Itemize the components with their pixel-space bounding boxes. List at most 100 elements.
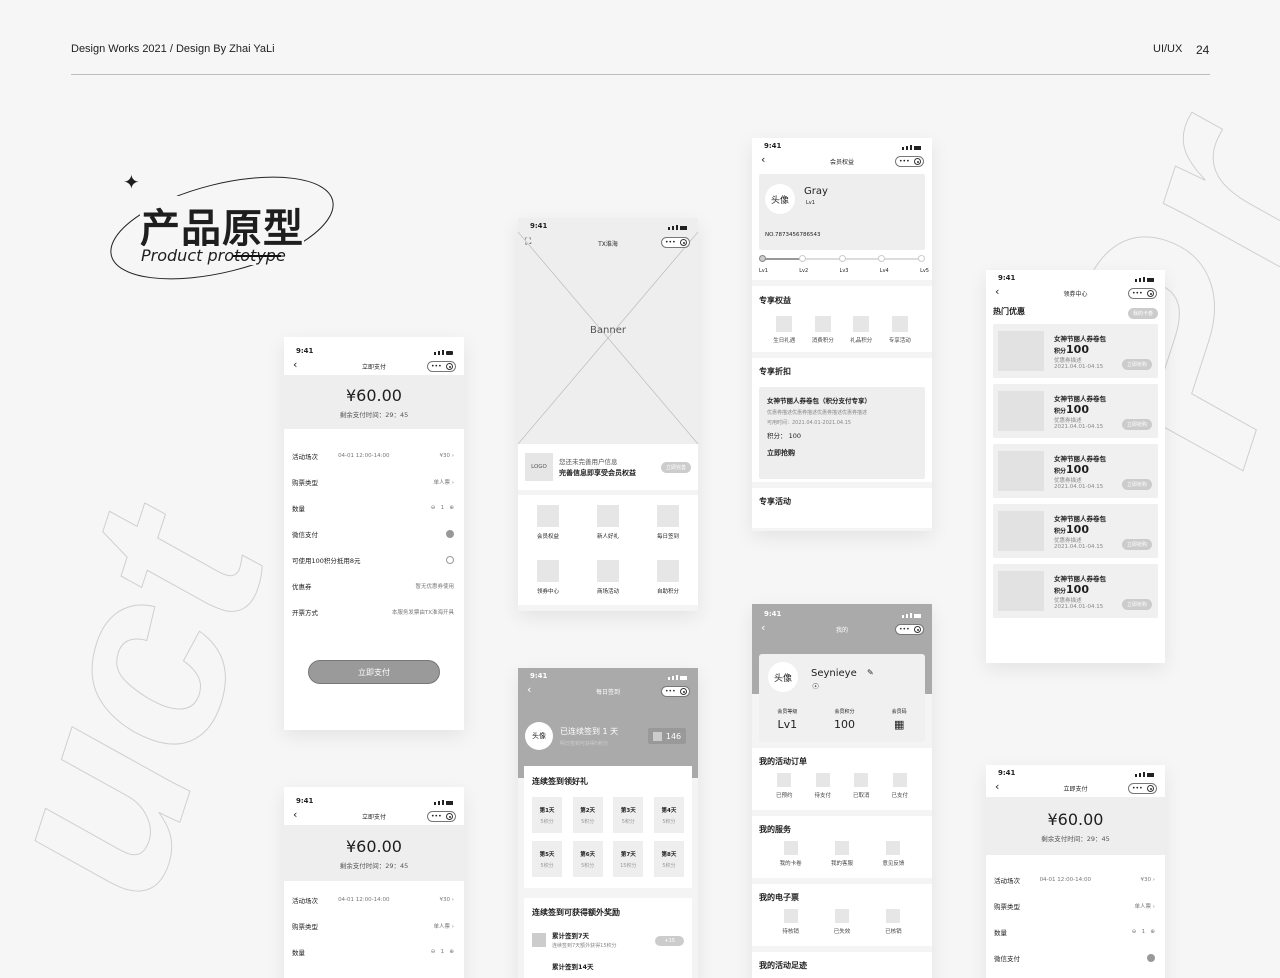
- level-progress: Lv1 Lv2 Lv3 Lv4 Lv5: [759, 250, 929, 280]
- row-session[interactable]: 活动场次 04-01 12:00-14:00 ¥30 ›: [284, 887, 464, 913]
- nav-bar: ‹ 我的 •••: [752, 620, 932, 638]
- capsule-menu-icon[interactable]: •••: [1128, 288, 1157, 299]
- order-item[interactable]: 已预约: [776, 773, 793, 799]
- capsule-menu-icon[interactable]: •••: [1128, 783, 1157, 794]
- radio-checked-icon[interactable]: [446, 530, 454, 538]
- capsule-menu-icon[interactable]: •••: [895, 156, 924, 167]
- back-icon[interactable]: ‹: [527, 684, 531, 696]
- order-item[interactable]: 已支付: [891, 773, 908, 799]
- right-item[interactable]: 礼品积分: [850, 316, 872, 344]
- order-item[interactable]: 已取消: [853, 773, 870, 799]
- capsule-menu-icon[interactable]: •••: [427, 361, 456, 372]
- back-icon[interactable]: ‹: [293, 809, 297, 821]
- status-bar: 9:41: [752, 138, 932, 152]
- quantity-stepper[interactable]: ⊖ 1 ⊕: [431, 505, 454, 511]
- right-item[interactable]: 生日礼遇: [773, 316, 795, 344]
- row-wechat-pay[interactable]: 微信支付: [986, 945, 1165, 971]
- row-ticket-type[interactable]: 购票类型 单人票 ›: [284, 913, 464, 939]
- service-item[interactable]: 意见反馈: [882, 841, 904, 867]
- service-item[interactable]: 我的客服: [831, 841, 853, 867]
- pay-screen-right: 9:41 ‹ 立即支付 ••• ¥60.00 剩余支付时间：29：45 活动场次 04…: [986, 765, 1165, 978]
- status-bar: 9:41: [518, 218, 698, 232]
- banner[interactable]: ⛶ TX淮海 ••• Banner: [518, 232, 698, 444]
- buy-button[interactable]: 立即抢购: [1121, 419, 1152, 430]
- back-icon[interactable]: ‹: [761, 622, 765, 634]
- grid-item[interactable]: 会员权益: [518, 505, 578, 550]
- ticket-item[interactable]: 已核销: [885, 909, 902, 935]
- buy-button[interactable]: 立即抢购: [1121, 599, 1152, 610]
- row-label: 微信支付: [292, 531, 318, 539]
- back-icon[interactable]: ‹: [293, 359, 297, 371]
- quantity-stepper[interactable]: ⊖ 1 ⊕: [431, 949, 454, 955]
- status-time: 9:41: [764, 142, 782, 150]
- capsule-menu-icon[interactable]: •••: [661, 686, 690, 697]
- coupon-item[interactable]: 女神节丽人券卷包 积分100 优惠券描述 2021.04.01-04.15 立即抢购: [993, 384, 1158, 438]
- section-title: 连续签到可获得额外奖励: [532, 908, 620, 917]
- buy-button[interactable]: 立即抢购: [1121, 479, 1152, 490]
- row-wechat-pay[interactable]: 微信支付: [284, 521, 464, 547]
- my-coupons-button[interactable]: 我的卡卷: [1127, 308, 1158, 319]
- row-invoice[interactable]: 开票方式 本服务发票由TX淮海开具: [284, 599, 464, 625]
- order-item[interactable]: 待支付: [814, 773, 831, 799]
- row-label: 优惠券: [292, 583, 312, 591]
- coupon-item[interactable]: 女神节丽人券卷包 积分100 优惠券描述 2021.04.01-04.15 立即抢购: [993, 444, 1158, 498]
- row-quantity: 数量 ⊖ 1 ⊕: [986, 919, 1165, 945]
- reward-badge: +15: [655, 936, 684, 946]
- grid-item[interactable]: 领券中心: [518, 560, 578, 605]
- buy-button[interactable]: 立即抢购: [1121, 359, 1152, 370]
- section-title: 我的电子票: [759, 893, 799, 902]
- radio-checked-icon[interactable]: [1147, 954, 1155, 962]
- row-session[interactable]: 活动场次 04-01 12:00-14:00 ¥30 ›: [986, 867, 1165, 893]
- coupon-item[interactable]: 女神节丽人券卷包 积分100 优惠券描述 2021.04.01-04.15 立即抢购: [993, 324, 1158, 378]
- radio-icon[interactable]: [446, 556, 454, 564]
- back-icon[interactable]: ‹: [995, 286, 999, 298]
- row-ticket-type[interactable]: 购票类型 单人票 ›: [284, 469, 464, 495]
- discount-card[interactable]: 女神节丽人券卷包（积分支付专享） 优惠券描述优惠券描述优惠券描述优惠券描述 可用…: [759, 387, 925, 479]
- back-icon[interactable]: ‹: [761, 154, 765, 166]
- grid-item[interactable]: 商场活动: [578, 560, 638, 605]
- pay-screen-copy: 9:41 ‹ 立即支付 ••• ¥60.00 剩余支付时间：29：45 活动场次 04…: [284, 787, 464, 978]
- reward-item-next: 累计签到14天: [552, 963, 594, 971]
- ticket-item[interactable]: 待核销: [782, 909, 799, 935]
- status-time: 9:41: [530, 222, 548, 230]
- nav-bar: ‹ 立即支付 •••: [284, 357, 464, 375]
- header-credit: Design Works 2021 / Design By Zhai YaLi: [71, 43, 275, 55]
- service-item[interactable]: 我的卡卷: [780, 841, 802, 867]
- signal-battery-icon: [434, 350, 453, 355]
- row-coupon[interactable]: 优惠券 暂无优惠券使用: [284, 573, 464, 599]
- grid-item[interactable]: 自助积分: [638, 560, 698, 605]
- capsule-menu-icon[interactable]: •••: [661, 237, 690, 248]
- complete-info-button[interactable]: 立即完善: [660, 462, 691, 473]
- edit-icon[interactable]: ✎: [867, 668, 874, 677]
- row-points[interactable]: 可使用100积分抵用8元: [284, 547, 464, 573]
- vip-screen: 9:41 ‹ 会员权益 ••• 头像 Gray Lv1 NO.78734567865…: [752, 138, 932, 531]
- grid-item[interactable]: 新人好礼: [578, 505, 638, 550]
- right-item[interactable]: 消费积分: [812, 316, 834, 344]
- coupon-center-screen: 9:41 ‹ 领券中心 ••• 热门优惠 我的卡卷 女神节丽人券卷包 积分100 优惠券…: [986, 270, 1165, 663]
- right-item[interactable]: 专享活动: [889, 316, 911, 344]
- row-label: 数量: [292, 949, 305, 957]
- coupon-item[interactable]: 女神节丽人券卷包 积分100 优惠券描述 2021.04.01-04.15 立即抢购: [993, 564, 1158, 618]
- row-session[interactable]: 活动场次 04-01 12:00-14:00 ¥30 ›: [284, 443, 464, 469]
- capsule-menu-icon[interactable]: •••: [895, 624, 924, 635]
- capsule-menu-icon[interactable]: •••: [427, 811, 456, 822]
- member-number: NO.7873456786543: [765, 232, 821, 238]
- grid-item[interactable]: 每日签到: [638, 505, 698, 550]
- row-ticket-type[interactable]: 购票类型 单人票 ›: [986, 893, 1165, 919]
- title-block: ✦ 产品原型 Product prototype: [105, 168, 340, 288]
- stat-member-code[interactable]: 会员码 ▦: [892, 708, 907, 731]
- row-value: 本服务发票由TX淮海开具: [391, 610, 454, 616]
- quantity-stepper[interactable]: ⊖ 1 ⊕: [1132, 929, 1155, 935]
- coupon-item[interactable]: 女神节丽人券卷包 积分100 优惠券描述 2021.04.01-04.15 立即抢购: [993, 504, 1158, 558]
- pay-button[interactable]: 立即支付: [308, 660, 440, 684]
- pay-remaining-time: 剩余支付时间：29：45: [339, 861, 409, 870]
- qr-code-icon[interactable]: ▦: [892, 718, 907, 731]
- back-icon[interactable]: ‹: [995, 781, 999, 793]
- ticket-item[interactable]: 已失效: [834, 909, 850, 935]
- status-time: 9:41: [296, 797, 314, 805]
- buy-button[interactable]: 立即抢购: [1121, 539, 1152, 550]
- buy-now-link[interactable]: 立即抢购: [767, 448, 917, 458]
- section-title: 专享折扣: [759, 367, 791, 376]
- row-value: ¥30 ›: [439, 897, 454, 903]
- day-cell: 第3天 5积分: [613, 797, 644, 833]
